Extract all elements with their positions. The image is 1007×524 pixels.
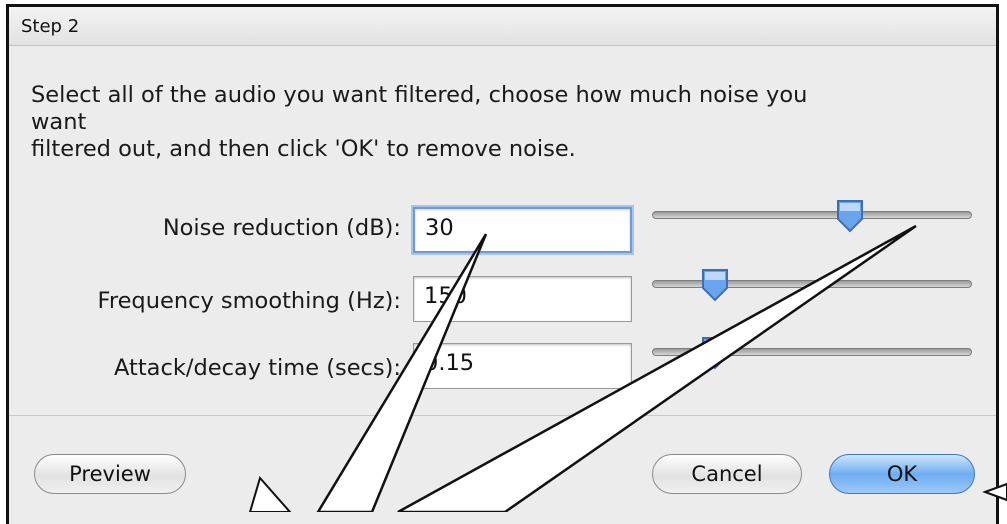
callout-pointers [248, 224, 1007, 512]
